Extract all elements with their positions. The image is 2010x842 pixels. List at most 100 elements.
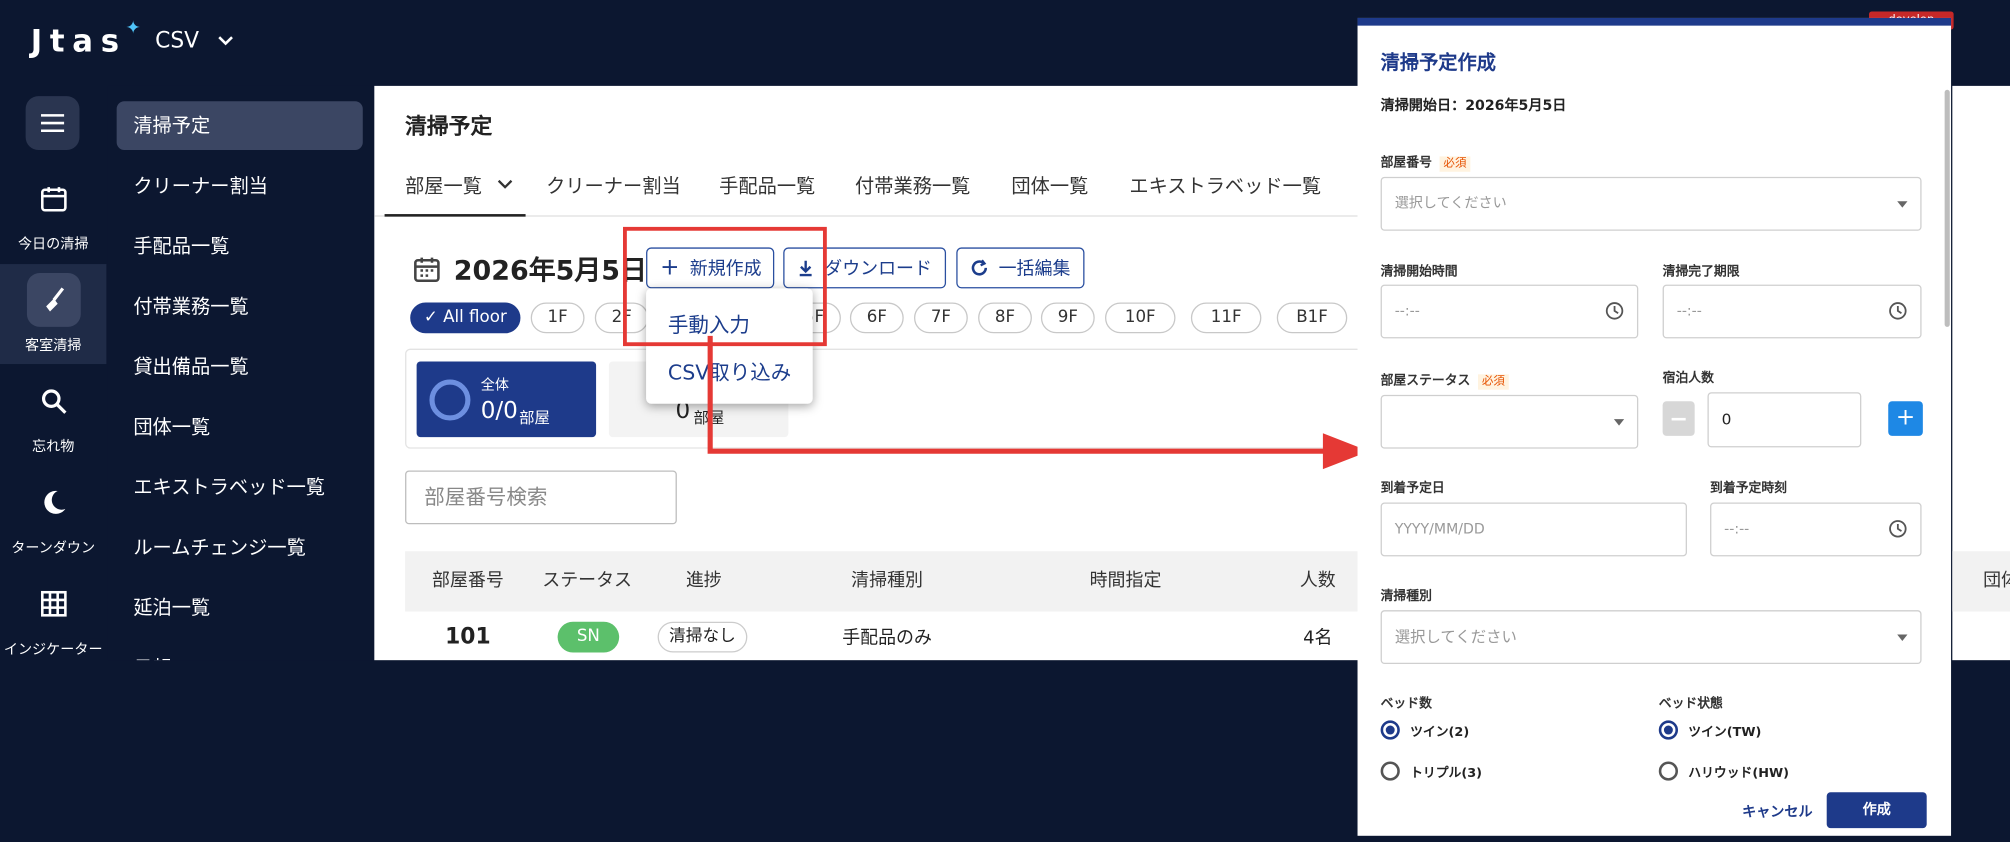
tab-incidental-tasks[interactable]: 付帯業務一覧 [855, 158, 970, 217]
required-badge: 必須 [1439, 156, 1471, 172]
rail-item-label: 今日の清掃 [17, 235, 89, 253]
column-header[interactable]: 人数 [1241, 551, 1374, 611]
floor-chip[interactable]: 10F [1104, 302, 1176, 334]
summary-all-label: 全体 [480, 376, 509, 394]
summary-unit: 部屋 [519, 408, 550, 427]
sidebar-item-groups[interactable]: 団体一覧 [117, 403, 363, 452]
column-header[interactable]: 時間指定 [1010, 551, 1241, 611]
sidebar-item-room-change[interactable]: ルームチェンジ一覧 [117, 523, 363, 572]
rail-item-label: インジケーター [3, 640, 103, 658]
refresh-icon [971, 259, 988, 276]
cancel-button[interactable]: キャンセル [1742, 801, 1813, 822]
summary-all-value: 0/0 [480, 397, 518, 425]
logo-sparkle-icon: ✦ [125, 17, 141, 39]
tab-groups[interactable]: 団体一覧 [1011, 158, 1088, 217]
arrival-time-label: 到着予定時刻 [1710, 481, 1787, 497]
highlight-box-new-create [623, 226, 827, 347]
room-number[interactable]: 101 [405, 624, 531, 650]
floor-chip[interactable]: 7F [913, 302, 968, 334]
rail-item-indicator[interactable]: インジケーター [0, 568, 106, 668]
download-label: ダウンロード [824, 258, 932, 280]
progress-badge: 清掃なし [657, 621, 748, 653]
clock-icon[interactable] [1605, 301, 1624, 320]
radio-beds-twin[interactable]: ツイン(2) [1380, 720, 1469, 740]
clock-icon[interactable] [1888, 519, 1907, 538]
bulk-edit-button[interactable]: 一括編集 [956, 247, 1085, 289]
sidebar-item-cleaner-assignment[interactable]: クリーナー割当 [117, 162, 363, 211]
floor-chip[interactable]: 8F [978, 302, 1032, 334]
minus-icon [1671, 417, 1686, 420]
column-header[interactable]: 清掃種別 [764, 551, 1010, 611]
progress-ring-icon [429, 379, 471, 421]
rail-item-today[interactable]: 今日の清掃 [0, 163, 106, 263]
column-header[interactable]: ステータス [531, 551, 644, 611]
bulk-edit-label: 一括編集 [998, 258, 1071, 280]
create-button[interactable]: 作成 [1826, 792, 1927, 829]
status-badge: SN [557, 621, 620, 653]
tab-cleaner-assignment[interactable]: クリーナー割当 [546, 158, 681, 217]
sidebar-item-rental-equipment[interactable]: 貸出備品一覧 [117, 342, 363, 391]
app-logo[interactable]: Jtas [31, 23, 127, 59]
clock-icon[interactable] [1888, 301, 1907, 320]
hamburger-icon [41, 114, 65, 133]
annotation-arrow-icon [707, 335, 1370, 470]
cleaning-type-label: 清掃種別 [1380, 589, 1432, 604]
start-time-input[interactable]: --:-- [1380, 284, 1639, 339]
start-time-label: 清掃開始時間 [1380, 265, 1458, 280]
radio-bed-state-hollywood[interactable]: ハリウッド(HW) [1658, 761, 1789, 781]
floor-chip[interactable]: 1F [530, 302, 585, 334]
tab-room-list[interactable]: 部屋一覧 [384, 158, 526, 217]
radio-unchecked-icon [1380, 761, 1400, 781]
rail-item-label: 忘れ物 [32, 438, 75, 456]
radio-unchecked-icon [1658, 761, 1679, 781]
room-search-input[interactable]: 部屋番号検索 [405, 470, 677, 525]
broom-icon [45, 287, 64, 312]
sidebar-item-arrangements[interactable]: 手配品一覧 [117, 222, 363, 271]
decrement-button[interactable] [1662, 401, 1695, 436]
floor-chip-all[interactable]: ✓ All floor [410, 302, 521, 334]
sidebar-item-extended-stay[interactable]: 延泊一覧 [117, 583, 363, 632]
sidebar: 清掃予定 クリーナー割当 手配品一覧 付帯業務一覧 貸出備品一覧 団体一覧 エキ… [107, 85, 374, 661]
floor-chip[interactable]: 11F [1190, 302, 1262, 334]
sidebar-item-cleaning-schedule[interactable]: 清掃予定 [116, 101, 363, 150]
floor-chip[interactable]: B1F [1276, 302, 1348, 334]
search-icon [41, 389, 66, 414]
room-number-select[interactable]: 選択してください [1380, 176, 1922, 231]
radio-label: ハリウッド(HW) [1688, 766, 1789, 781]
sidebar-item-daily-report[interactable]: 日報 [117, 644, 363, 660]
current-date: 2026年5月5日 [453, 255, 647, 286]
rail-item-room-cleaning[interactable]: 客室清掃 [0, 264, 107, 365]
arrival-time-input[interactable]: --:-- [1710, 502, 1922, 557]
dialog-start-date: 清掃開始日：2026年5月5日 [1380, 97, 1567, 115]
radio-label: ツイン(TW) [1688, 725, 1762, 740]
project-selector-label[interactable]: CSV [155, 28, 199, 54]
floor-chip[interactable]: 9F [1040, 302, 1095, 334]
room-status-select[interactable] [1380, 394, 1639, 449]
column-header[interactable]: 部屋番号 [405, 551, 531, 611]
tab-label: 部屋一覧 [405, 174, 483, 198]
date-display[interactable]: 2026年5月5日 [413, 250, 647, 288]
rail-item-turndown[interactable]: ターンダウン [0, 467, 106, 567]
sidebar-item-incidental-tasks[interactable]: 付帯業務一覧 [117, 282, 363, 331]
chevron-down-icon[interactable] [215, 31, 236, 52]
arrival-date-input[interactable]: YYYY/MM/DD [1380, 502, 1687, 557]
cleaning-type-select[interactable]: 選択してください [1380, 610, 1922, 665]
table-row[interactable]: 101 SN 清掃なし 手配品のみ 4名 [405, 611, 1374, 660]
guests-input[interactable]: 0 [1707, 392, 1862, 448]
tab-extra-bed[interactable]: エキストラベッド一覧 [1129, 158, 1321, 217]
column-header[interactable]: 団体 [1952, 551, 2010, 612]
caret-down-icon [1897, 634, 1908, 641]
summary-card-all[interactable]: 全体 0/0 部屋 [416, 361, 597, 438]
column-header[interactable]: 進捗 [644, 551, 764, 611]
rail-item-lost-items[interactable]: 忘れ物 [0, 365, 106, 465]
radio-beds-triple[interactable]: トリプル(3) [1380, 761, 1482, 781]
tab-arrangements[interactable]: 手配品一覧 [719, 158, 815, 217]
deadline-input[interactable]: --:-- [1662, 284, 1922, 339]
radio-bed-state-twin[interactable]: ツイン(TW) [1658, 720, 1762, 740]
grid-icon [40, 590, 67, 617]
sidebar-item-extra-bed[interactable]: エキストラベッド一覧 [117, 463, 363, 512]
dialog-scrollbar[interactable] [1944, 89, 1950, 327]
menu-toggle-button[interactable] [25, 96, 80, 150]
increment-button[interactable]: + [1888, 401, 1923, 436]
floor-chip[interactable]: 6F [849, 302, 904, 334]
